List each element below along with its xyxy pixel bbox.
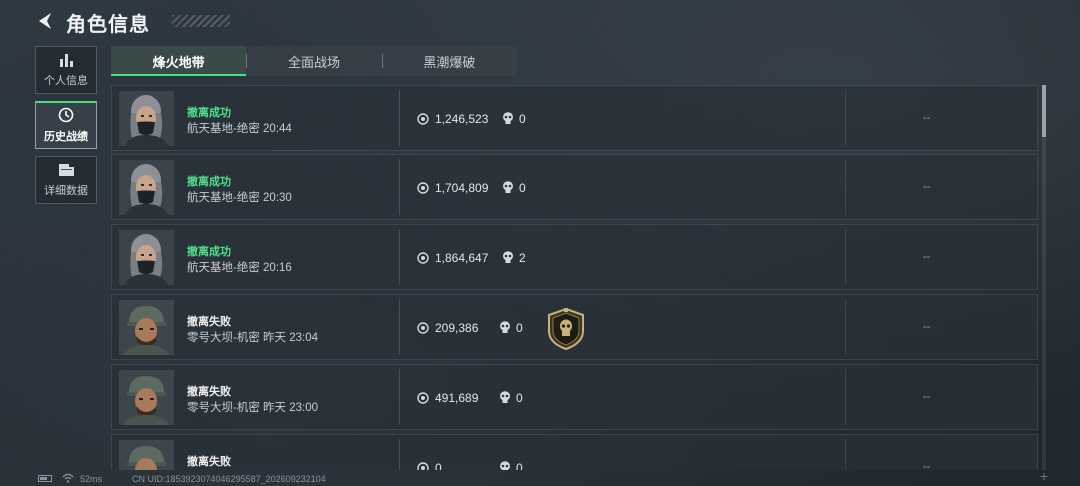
user-uid: CN UID:1853923074046295587_202609232104: [132, 474, 326, 484]
map-and-time: 零号大坝-机密 昨天 23:00: [187, 402, 318, 414]
map-and-time: 航天基地-绝密 20:16: [187, 262, 292, 274]
tab-full-battle[interactable]: 全面战场: [246, 46, 381, 76]
divider: [845, 439, 846, 470]
operator-avatar: [119, 300, 174, 355]
skull-icon: [500, 391, 510, 403]
sidebar-item-details[interactable]: 详细数据: [35, 156, 97, 204]
divider: [845, 229, 846, 285]
operator-avatar: [119, 370, 174, 425]
skull-icon: [503, 251, 513, 263]
sidebar-item-label: 个人信息: [44, 74, 88, 87]
extra-stat: --: [923, 461, 931, 470]
skull-icon: [503, 112, 513, 124]
extraction-result: 撤离失败: [187, 316, 231, 328]
coin-icon: [417, 182, 429, 194]
extra-stat: --: [923, 251, 931, 263]
map-and-time: 零号大坝-机密 昨天 23:04: [187, 332, 318, 344]
extra-stat: --: [923, 112, 931, 124]
kill-count: 0: [519, 181, 526, 195]
divider: [399, 299, 400, 355]
extraction-result: 撤离成功: [187, 107, 231, 119]
divider: [399, 229, 400, 285]
status-bar: 52ms CN UID:1853923074046295587_20260923…: [0, 468, 1080, 486]
wifi-icon: [62, 473, 74, 483]
kill-count: 0: [519, 112, 526, 126]
folder-icon: [58, 163, 74, 176]
page-title: 角色信息: [66, 14, 150, 36]
loot-value: 1,246,523: [435, 112, 489, 126]
extraction-result: 撤离失败: [187, 386, 231, 398]
loot-value: 1,864,647: [435, 251, 489, 265]
extra-stat: --: [923, 181, 931, 193]
title-decoration: [172, 15, 230, 27]
divider: [399, 90, 400, 146]
divider: [399, 369, 400, 425]
kill-count: 0: [516, 461, 523, 470]
top-bar: 角色信息: [0, 0, 1080, 44]
crosshair-icon: +: [1040, 468, 1049, 484]
loot-value: 491,689: [435, 391, 479, 405]
coin-icon: [417, 252, 429, 264]
loot-value: 0: [435, 461, 442, 470]
match-record-row[interactable]: 撤离成功 航天基地-绝密 20:30 1,704,809 0 --: [111, 154, 1038, 220]
match-record-row[interactable]: 撤离成功 航天基地-绝密 20:44 1,246,523 0 --: [111, 85, 1038, 151]
map-and-time: 航天基地-绝密 20:44: [187, 123, 292, 135]
skull-icon: [503, 181, 513, 193]
list-scrollbar[interactable]: [1042, 85, 1046, 470]
extraction-result: 撤离成功: [187, 176, 231, 188]
sidebar-item-label: 历史战绩: [44, 130, 88, 143]
match-record-row[interactable]: 撤离成功 航天基地-绝密 20:16 1,864,647 2 --: [111, 224, 1038, 290]
battery-icon: [38, 475, 52, 482]
sidebar-item-history[interactable]: 历史战绩: [35, 101, 97, 149]
divider: [845, 299, 846, 355]
kill-count: 0: [516, 321, 523, 335]
divider: [399, 159, 400, 215]
sidebar-item-label: 详细数据: [44, 184, 88, 197]
coin-icon: [417, 322, 429, 334]
skull-icon: [500, 321, 510, 333]
map-and-time: 航天基地-绝密 20:30: [187, 192, 292, 204]
tab-black-tide[interactable]: 黑潮爆破: [381, 46, 517, 76]
bar-chart-icon: [60, 53, 73, 67]
extraction-result: 撤离失败: [187, 456, 231, 468]
operator-avatar: [119, 230, 174, 285]
extra-stat: --: [923, 391, 931, 403]
ping-readout: 52ms: [80, 474, 103, 484]
coin-icon: [417, 113, 429, 125]
scrollbar-thumb[interactable]: [1042, 85, 1046, 137]
match-record-row[interactable]: 撤离失败 零号大坝-机密 昨天 23:04 209,386 0 --: [111, 294, 1038, 360]
match-record-row[interactable]: 撤离失败 零号大坝-机密 昨天 23:00 491,689 0 --: [111, 364, 1038, 430]
divider: [845, 159, 846, 215]
extraction-result: 撤离成功: [187, 246, 231, 258]
divider: [845, 90, 846, 146]
match-record-row[interactable]: 撤离失败 0 0 --: [111, 434, 1038, 470]
coin-icon: [417, 462, 429, 470]
loot-value: 209,386: [435, 321, 479, 335]
kill-count: 2: [519, 251, 526, 265]
divider: [399, 439, 400, 470]
skull-icon: [500, 461, 510, 470]
back-arrow-icon[interactable]: [34, 10, 56, 32]
divider: [845, 369, 846, 425]
mode-tabs: 烽火地带 全面战场 黑潮爆破: [111, 46, 517, 76]
tab-warfront[interactable]: 烽火地带: [111, 46, 247, 76]
extra-stat: --: [923, 321, 931, 333]
match-history-list[interactable]: 撤离成功 航天基地-绝密 20:44 1,246,523 0 -- 撤离成功 航…: [111, 85, 1038, 470]
clock-icon: [58, 107, 74, 122]
sidebar-item-personal-info[interactable]: 个人信息: [35, 46, 97, 94]
operator-avatar: [119, 440, 174, 470]
operator-avatar: [119, 160, 174, 215]
kill-count: 0: [516, 391, 523, 405]
skull-shield-badge-icon: [548, 307, 584, 351]
operator-avatar: [119, 91, 174, 146]
coin-icon: [417, 392, 429, 404]
loot-value: 1,704,809: [435, 181, 489, 195]
